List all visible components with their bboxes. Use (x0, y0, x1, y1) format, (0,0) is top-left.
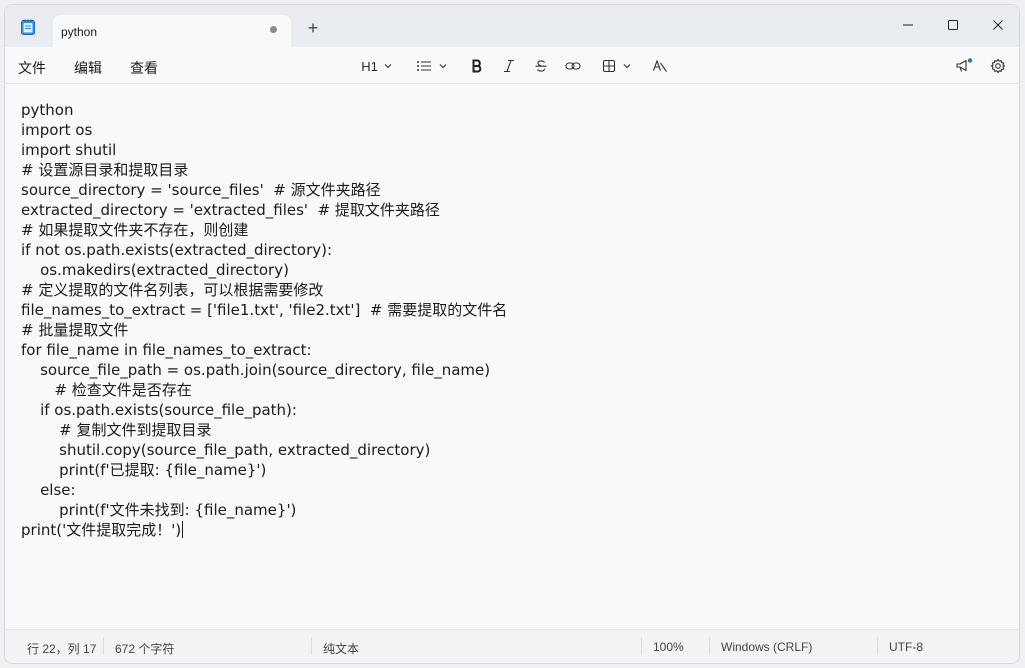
zoom-level[interactable]: 100% (653, 640, 684, 654)
new-tab-button[interactable]: + (303, 19, 323, 39)
editor-line-text: for file_name in file_names_to_extract: (21, 341, 312, 359)
editor-line-text: # 设置源目录和提取目录 (21, 161, 189, 179)
editor-line-text: print(f'已提取: {file_name}') (21, 461, 267, 479)
editor-line-text: import shutil (21, 141, 117, 159)
editor-line-text: extracted_directory = 'extracted_files' … (21, 201, 440, 219)
heading-dropdown[interactable]: H1 (357, 55, 397, 77)
editor-line[interactable]: import os (21, 120, 507, 140)
status-divider (311, 637, 312, 655)
editor-line-text: # 复制文件到提取目录 (21, 421, 212, 439)
editor-line-text: print('文件提取完成！') (21, 521, 182, 539)
editor-line-text: file_names_to_extract = ['file1.txt', 'f… (21, 301, 508, 319)
unsaved-indicator-icon[interactable] (270, 26, 277, 33)
text-caret (182, 521, 184, 538)
close-icon (993, 20, 1003, 30)
menu-edit[interactable]: 编辑 (74, 58, 102, 78)
editor-line[interactable]: for file_name in file_names_to_extract: (21, 340, 507, 360)
text-editor[interactable]: python import os import shutil # 设置源目录和提取目录… (5, 84, 1019, 630)
line-ending[interactable]: Windows (CRLF) (721, 640, 812, 654)
minimize-button[interactable] (885, 11, 931, 39)
list-dropdown[interactable] (413, 55, 451, 77)
text-format[interactable]: 纯文本 (323, 640, 359, 657)
editor-line[interactable]: # 如果提取文件夹不存在，则创建 (21, 220, 507, 240)
italic-icon (504, 59, 514, 73)
editor-line[interactable]: print('文件提取完成！') (21, 520, 507, 540)
editor-line[interactable]: os.makedirs(extracted_directory) (21, 260, 507, 280)
editor-line[interactable]: source_file_path = os.path.join(source_d… (21, 360, 507, 380)
editor-line-text: shutil.copy(source_file_path, extracted_… (21, 441, 431, 459)
strikethrough-icon (535, 60, 547, 72)
editor-line-text: else: (21, 481, 76, 499)
editor-line-text: # 检查文件是否存在 (21, 381, 192, 399)
status-divider (709, 637, 710, 655)
editor-line[interactable]: python (21, 100, 507, 120)
chevron-down-icon (439, 64, 447, 69)
settings-icon (990, 58, 1006, 74)
status-bar: 行 22，列 17 672 个字符 纯文本 100% Windows (CRLF… (5, 629, 1019, 663)
editor-line[interactable]: # 复制文件到提取目录 (21, 420, 507, 440)
table-icon (602, 59, 616, 73)
heading-label: H1 (361, 58, 378, 74)
editor-line-text: # 如果提取文件夹不存在，则创建 (21, 221, 249, 239)
editor-line[interactable]: if not os.path.exists(extracted_director… (21, 240, 507, 260)
editor-line[interactable]: # 检查文件是否存在 (21, 380, 507, 400)
minimize-icon (903, 24, 913, 26)
editor-line-text: os.makedirs(extracted_directory) (21, 261, 289, 279)
editor-line-text: import os (21, 121, 93, 139)
notepad-window: python + 文件 编辑 查看 H1 python import os im… (4, 4, 1020, 664)
link-button[interactable] (562, 55, 584, 77)
editor-line[interactable]: import shutil (21, 140, 507, 160)
editor-line[interactable]: else: (21, 480, 507, 500)
editor-content[interactable]: python import os import shutil # 设置源目录和提取目录… (21, 100, 507, 540)
maximize-icon (948, 20, 958, 30)
character-count: 672 个字符 (115, 642, 175, 656)
editor-line-text: if not os.path.exists(extracted_director… (21, 241, 333, 259)
chevron-down-icon (384, 64, 392, 69)
settings-button[interactable] (987, 55, 1009, 77)
editor-line[interactable]: print(f'文件未找到: {file_name}') (21, 500, 507, 520)
encoding[interactable]: UTF-8 (889, 640, 923, 654)
tab-title: python (61, 25, 98, 39)
clear-formatting-icon (652, 59, 667, 72)
editor-line-text: source_directory = 'source_files' # 源文件夹… (21, 181, 381, 199)
table-dropdown[interactable] (597, 55, 637, 77)
close-button[interactable] (975, 11, 1019, 39)
editor-line[interactable]: print(f'已提取: {file_name}') (21, 460, 507, 480)
cursor-position[interactable]: 行 22，列 17 (27, 640, 96, 657)
status-divider (641, 637, 642, 655)
clear-formatting-button[interactable] (649, 55, 671, 77)
title-bar: python + (5, 5, 1019, 47)
editor-line[interactable]: source_directory = 'source_files' # 源文件夹… (21, 180, 507, 200)
maximize-button[interactable] (930, 11, 976, 39)
announcement-icon (956, 58, 973, 72)
editor-line[interactable]: if os.path.exists(source_file_path): (21, 400, 507, 420)
editor-line-text: if os.path.exists(source_file_path): (21, 401, 297, 419)
status-divider (103, 637, 104, 655)
bold-button[interactable] (467, 55, 487, 77)
announcement-button[interactable] (953, 55, 975, 77)
editor-line-text: # 批量提取文件 (21, 321, 129, 339)
editor-line[interactable]: # 定义提取的文件名列表，可以根据需要修改 (21, 280, 507, 300)
bold-icon (472, 59, 482, 73)
editor-line[interactable]: # 设置源目录和提取目录 (21, 160, 507, 180)
list-icon (417, 61, 431, 71)
editor-line[interactable]: shutil.copy(source_file_path, extracted_… (21, 440, 507, 460)
editor-line-text: source_file_path = os.path.join(source_d… (21, 361, 491, 379)
menu-file[interactable]: 文件 (18, 58, 46, 78)
editor-line-text: python (21, 101, 74, 119)
document-tab[interactable]: python (53, 15, 291, 47)
italic-button[interactable] (499, 55, 519, 77)
menu-view[interactable]: 查看 (130, 58, 158, 78)
strikethrough-button[interactable] (531, 55, 551, 77)
notepad-app-icon (19, 18, 37, 36)
editor-line[interactable]: extracted_directory = 'extracted_files' … (21, 200, 507, 220)
editor-line-text: # 定义提取的文件名列表，可以根据需要修改 (21, 281, 324, 299)
link-icon (565, 62, 581, 70)
editor-line[interactable]: file_names_to_extract = ['file1.txt', 'f… (21, 300, 507, 320)
status-divider (877, 637, 878, 655)
editor-line[interactable]: # 批量提取文件 (21, 320, 507, 340)
editor-line-text: print(f'文件未找到: {file_name}') (21, 501, 297, 519)
chevron-down-icon (623, 64, 631, 69)
menu-bar: 文件 编辑 查看 H1 (5, 47, 1019, 84)
